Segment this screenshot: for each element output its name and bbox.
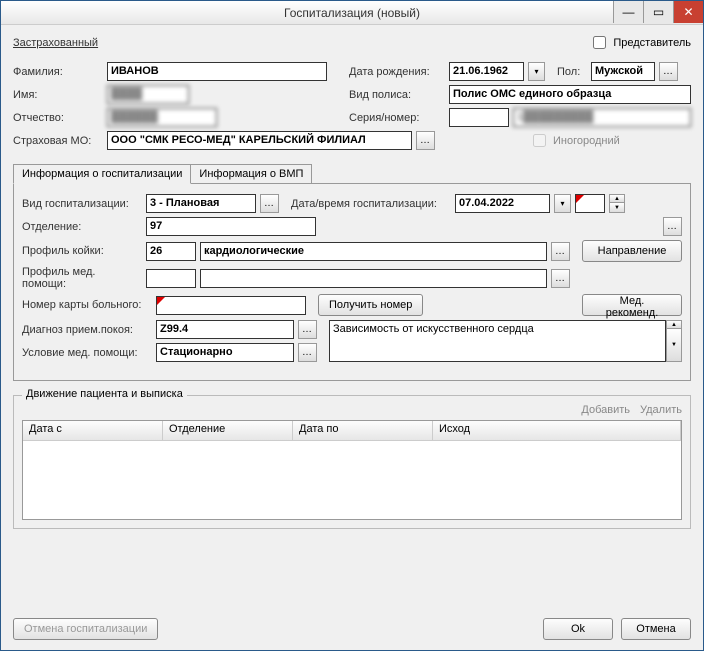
- midname-field[interactable]: ██████: [107, 108, 217, 127]
- close-button[interactable]: ✕: [673, 1, 703, 23]
- med-profile-name-field[interactable]: [200, 269, 547, 288]
- policy-type-label: Вид полиса:: [349, 89, 445, 101]
- hosp-type-field[interactable]: 3 - Плановая: [146, 194, 256, 213]
- window-title: Госпитализация (новый): [284, 6, 420, 20]
- firstname-field[interactable]: ████: [107, 85, 189, 104]
- admission-diag-text[interactable]: [329, 320, 666, 362]
- tab-strip: Информация о госпитализации Информация о…: [13, 164, 691, 184]
- admission-diag-picker-icon[interactable]: …: [298, 320, 317, 339]
- med-recommend-button[interactable]: Мед. рекоменд.: [582, 294, 682, 316]
- representative-label: Представитель: [613, 37, 691, 49]
- nonresident-checkbox: [533, 134, 546, 147]
- firstname-label: Имя:: [13, 89, 103, 101]
- add-movement-link[interactable]: Добавить: [581, 404, 630, 416]
- movement-grid-header: Дата с Отделение Дата по Исход: [23, 421, 681, 441]
- maximize-button[interactable]: ▭: [643, 1, 673, 23]
- col-date-to[interactable]: Дата по: [293, 421, 433, 440]
- sex-picker-icon[interactable]: …: [659, 62, 678, 81]
- titlebar[interactable]: Госпитализация (новый) — ▭ ✕: [1, 1, 703, 25]
- required-marker-icon: [576, 195, 584, 203]
- card-no-field[interactable]: [156, 296, 306, 315]
- bed-profile-picker-icon[interactable]: …: [551, 242, 570, 261]
- card-no-label: Номер карты больного:: [22, 299, 152, 311]
- med-profile-label: Профиль мед. помощи:: [22, 266, 142, 290]
- care-condition-label: Условие мед. помощи:: [22, 347, 152, 359]
- hosp-date-dropdown-icon[interactable]: ▾: [554, 194, 571, 213]
- nonresident-checkbox-wrap: Иногородний: [529, 131, 620, 150]
- minimize-button[interactable]: —: [613, 1, 643, 23]
- chevron-down-icon[interactable]: ▼: [666, 329, 682, 362]
- lastname-label: Фамилия:: [13, 66, 103, 78]
- tab-vmp-info[interactable]: Информация о ВМП: [191, 164, 312, 184]
- tab-body: Вид госпитализации: 3 - Плановая … Дата/…: [13, 183, 691, 381]
- representative-checkbox[interactable]: [593, 36, 606, 49]
- med-profile-picker-icon[interactable]: …: [551, 269, 570, 288]
- col-outcome[interactable]: Исход: [433, 421, 681, 440]
- col-date-from[interactable]: Дата с: [23, 421, 163, 440]
- admission-diag-label: Диагноз прием.покоя:: [22, 324, 152, 336]
- referral-button[interactable]: Направление: [582, 240, 682, 262]
- smo-label: Страховая МО:: [13, 135, 103, 147]
- hosp-datetime-label: Дата/время госпитализации:: [291, 198, 451, 210]
- chevron-up-icon[interactable]: ▲: [609, 194, 625, 203]
- hosp-time-field[interactable]: [575, 194, 605, 213]
- chevron-down-icon[interactable]: ▼: [609, 203, 625, 213]
- bed-profile-name-field[interactable]: кардиологические: [200, 242, 547, 261]
- hospitalization-dialog: Госпитализация (новый) — ▭ ✕ Застрахован…: [0, 0, 704, 651]
- series-label: Серия/номер:: [349, 112, 445, 124]
- delete-movement-link[interactable]: Удалить: [640, 404, 682, 416]
- dob-label: Дата рождения:: [349, 66, 445, 78]
- care-condition-picker-icon[interactable]: …: [298, 343, 317, 362]
- hosp-type-picker-icon[interactable]: …: [260, 194, 279, 213]
- hosp-time-spinner[interactable]: ▲▼: [609, 194, 625, 213]
- smo-picker-icon[interactable]: …: [416, 131, 435, 150]
- admission-diag-field[interactable]: Z99.4: [156, 320, 294, 339]
- department-picker-icon[interactable]: …: [663, 217, 682, 236]
- col-department[interactable]: Отделение: [163, 421, 293, 440]
- cancel-button[interactable]: Отмена: [621, 618, 691, 640]
- lastname-field[interactable]: ИВАНОВ: [107, 62, 327, 81]
- hosp-date-field[interactable]: 07.04.2022: [455, 194, 550, 213]
- sex-label: Пол:: [557, 66, 587, 78]
- diag-text-scroll[interactable]: ▲▼: [666, 320, 682, 362]
- smo-field[interactable]: ООО "СМК РЕСО-МЕД" КАРЕЛЬСКИЙ ФИЛИАЛ: [107, 131, 412, 150]
- bed-profile-code-field[interactable]: 26: [146, 242, 196, 261]
- representative-checkbox-wrap[interactable]: Представитель: [589, 33, 691, 52]
- hosp-type-label: Вид госпитализации:: [22, 198, 142, 210]
- dob-field[interactable]: 21.06.1962: [449, 62, 524, 81]
- midname-label: Отчество:: [13, 112, 103, 124]
- movement-title: Движение пациента и выписка: [22, 388, 187, 400]
- ok-button[interactable]: Ok: [543, 618, 613, 640]
- insured-link[interactable]: Застрахованный: [13, 37, 98, 49]
- get-number-button[interactable]: Получить номер: [318, 294, 423, 316]
- required-marker-icon: [157, 297, 165, 305]
- dob-dropdown-icon[interactable]: ▾: [528, 62, 545, 81]
- nonresident-label: Иногородний: [553, 135, 620, 147]
- movement-grid[interactable]: Дата с Отделение Дата по Исход: [22, 420, 682, 520]
- movement-groupbox: Движение пациента и выписка Добавить Уда…: [13, 395, 691, 529]
- dialog-footer: Отмена госпитализации Ok Отмена: [1, 610, 703, 650]
- sex-field[interactable]: Мужской: [591, 62, 655, 81]
- series-field[interactable]: [449, 108, 509, 127]
- number-field[interactable]: 1█████████: [513, 108, 691, 127]
- department-label: Отделение:: [22, 221, 142, 233]
- department-field[interactable]: 97: [146, 217, 316, 236]
- movement-grid-body[interactable]: [23, 441, 681, 519]
- tab-hospitalization-info[interactable]: Информация о госпитализации: [13, 164, 191, 184]
- cancel-hospitalization-button: Отмена госпитализации: [13, 618, 158, 640]
- bed-profile-label: Профиль койки:: [22, 245, 142, 257]
- policy-type-field[interactable]: Полис ОМС единого образца: [449, 85, 691, 104]
- med-profile-code-field[interactable]: [146, 269, 196, 288]
- care-condition-field[interactable]: Стационарно: [156, 343, 294, 362]
- chevron-up-icon[interactable]: ▲: [666, 320, 682, 329]
